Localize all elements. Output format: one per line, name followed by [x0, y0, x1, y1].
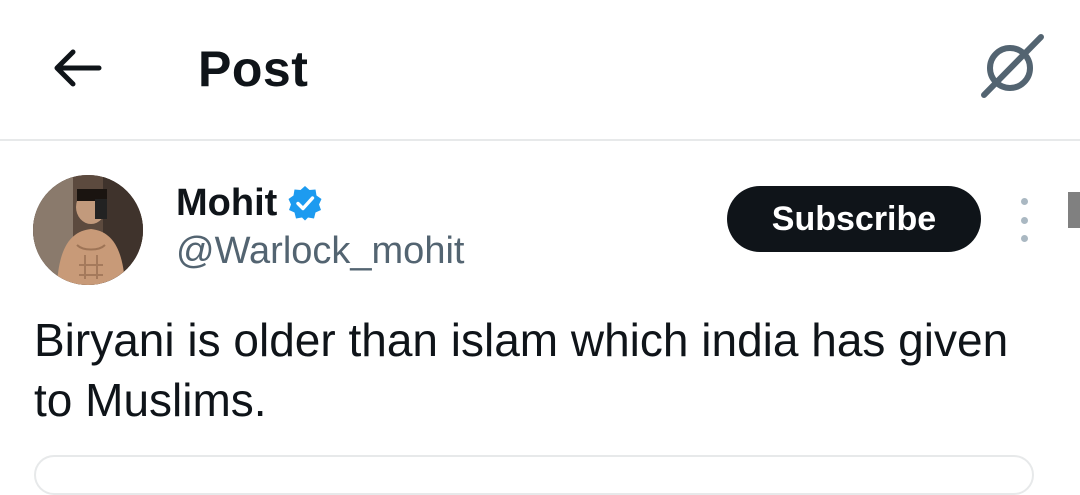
scrollbar-thumb[interactable]	[1068, 192, 1080, 228]
avatar[interactable]	[33, 175, 143, 285]
back-button[interactable]	[44, 38, 110, 98]
author-name-row[interactable]: Mohit	[176, 178, 323, 228]
author-name[interactable]: Mohit	[176, 179, 277, 227]
more-vertical-icon-dot	[1020, 216, 1028, 224]
page-title: Post	[198, 41, 309, 97]
arrow-left-icon	[54, 49, 102, 87]
verified-badge-icon	[287, 185, 323, 221]
avatar-image	[33, 175, 143, 285]
embedded-card[interactable]	[34, 455, 1034, 495]
tweet-text: Biryani is older than islam which india …	[34, 314, 1009, 426]
author-handle[interactable]: @Warlock_mohit	[176, 226, 464, 276]
more-options-button[interactable]	[1004, 198, 1044, 242]
more-vertical-icon	[1020, 198, 1028, 205]
top-app-bar: Post	[0, 0, 1080, 141]
grok-button[interactable]	[976, 30, 1048, 102]
grok-slash-icon	[981, 34, 1044, 98]
more-vertical-icon-dot	[1020, 235, 1028, 242]
subscribe-button[interactable]: Subscribe	[727, 186, 981, 252]
